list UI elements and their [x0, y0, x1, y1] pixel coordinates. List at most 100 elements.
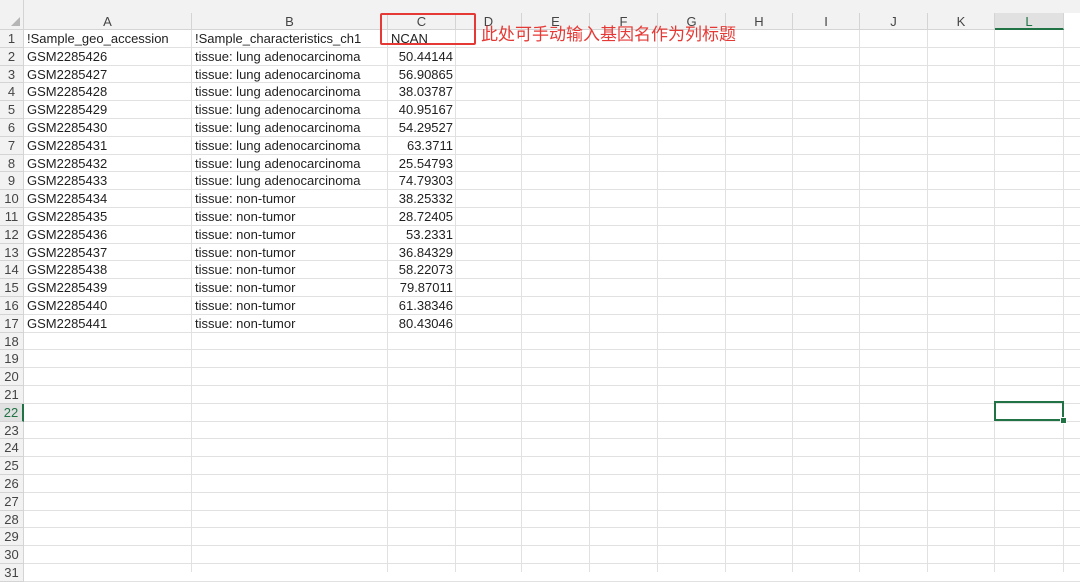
cell-characteristics[interactable]: tissue: non-tumor — [192, 297, 388, 315]
cell-accession[interactable]: GSM2285434 — [24, 190, 192, 208]
cell-ncan-value[interactable]: 38.03787 — [388, 83, 456, 101]
cell-ncan-value[interactable]: 36.84329 — [388, 244, 456, 262]
cell-characteristics[interactable]: tissue: lung adenocarcinoma — [192, 101, 388, 119]
row-header-15[interactable]: 15 — [0, 279, 24, 297]
gridline-horizontal — [24, 474, 1080, 475]
cell-accession[interactable]: GSM2285427 — [24, 66, 192, 84]
cell-accession[interactable]: GSM2285433 — [24, 172, 192, 190]
toolbar-strip — [24, 0, 1080, 13]
row-header-3[interactable]: 3 — [0, 65, 24, 84]
cell-accession[interactable]: GSM2285435 — [24, 208, 192, 226]
cell-characteristics[interactable]: tissue: non-tumor — [192, 279, 388, 297]
active-cell-cursor[interactable] — [994, 401, 1064, 421]
cell-characteristics[interactable]: tissue: lung adenocarcinoma — [192, 48, 388, 66]
row-header-29[interactable]: 29 — [0, 528, 24, 547]
fill-handle[interactable] — [1060, 417, 1067, 424]
row-header-10[interactable]: 10 — [0, 190, 24, 208]
cell-ncan-value[interactable]: 40.95167 — [388, 101, 456, 119]
column-header-h[interactable]: H — [726, 13, 793, 30]
row-header-28[interactable]: 28 — [0, 510, 24, 529]
row-header-7[interactable]: 7 — [0, 136, 24, 155]
row-header-25[interactable]: 25 — [0, 457, 24, 475]
cell-accession[interactable]: GSM2285431 — [24, 137, 192, 155]
cell-ncan-value[interactable]: 79.87011 — [388, 279, 456, 297]
row-header-17[interactable]: 17 — [0, 314, 24, 333]
cell-accession[interactable]: GSM2285429 — [24, 101, 192, 119]
cell-characteristics[interactable]: tissue: lung adenocarcinoma — [192, 137, 388, 155]
cell-characteristics[interactable]: tissue: non-tumor — [192, 315, 388, 333]
gridline-horizontal — [24, 456, 1080, 458]
cell-accession[interactable]: GSM2285437 — [24, 244, 192, 262]
cell-accession[interactable]: GSM2285426 — [24, 48, 192, 66]
gridline-vertical — [927, 30, 928, 572]
column-header-b[interactable]: B — [192, 13, 388, 30]
row-header-14[interactable]: 14 — [0, 261, 24, 280]
row-header-23[interactable]: 23 — [0, 421, 24, 440]
cell-ncan-value[interactable]: 53.2331 — [388, 226, 456, 244]
cell-characteristics[interactable]: tissue: lung adenocarcinoma — [192, 66, 388, 84]
cell-accession[interactable]: GSM2285440 — [24, 297, 192, 315]
row-header-16[interactable]: 16 — [0, 297, 24, 315]
cell-ncan-value[interactable]: 80.43046 — [388, 315, 456, 333]
cell-accession[interactable]: GSM2285438 — [24, 261, 192, 279]
cell-ncan-value[interactable]: 74.79303 — [388, 172, 456, 190]
row-header-21[interactable]: 21 — [0, 386, 24, 404]
column-header-k[interactable]: K — [928, 13, 995, 30]
column-header-l[interactable]: L — [995, 13, 1064, 30]
spreadsheet-grid[interactable]: ABCDEFGHIJKL 1 2 3 4 5 6 7 8 9 10 11 12 13 14 15 16 17 18… — [0, 0, 1080, 582]
gridline-vertical — [725, 30, 726, 572]
cell-characteristics[interactable]: tissue: non-tumor — [192, 261, 388, 279]
cell-ncan-value[interactable]: 61.38346 — [388, 297, 456, 315]
cell-ncan-value[interactable]: 56.90865 — [388, 66, 456, 84]
row-header-5[interactable]: 5 — [0, 101, 24, 119]
row-header-30[interactable]: 30 — [0, 546, 24, 564]
cell-accession[interactable]: GSM2285430 — [24, 119, 192, 137]
cell-characteristics[interactable]: tissue: lung adenocarcinoma — [192, 83, 388, 101]
gridline-vertical — [589, 30, 590, 572]
cell-characteristics[interactable]: tissue: lung adenocarcinoma — [192, 172, 388, 190]
row-header-19[interactable]: 19 — [0, 350, 24, 369]
column-header-j[interactable]: J — [860, 13, 928, 30]
cell-accession[interactable]: GSM2285439 — [24, 279, 192, 297]
cell-characteristics[interactable]: tissue: lung adenocarcinoma — [192, 155, 388, 173]
column-header-i[interactable]: I — [793, 13, 860, 30]
row-header-11[interactable]: 11 — [0, 208, 24, 226]
row-header-8[interactable]: 8 — [0, 154, 24, 173]
cell-ncan-value[interactable]: 25.54793 — [388, 155, 456, 173]
cell-characteristics[interactable]: tissue: lung adenocarcinoma — [192, 119, 388, 137]
row-header-18[interactable]: 18 — [0, 332, 24, 351]
row-header-1[interactable]: 1 — [0, 30, 24, 48]
row-header-9[interactable]: 9 — [0, 172, 24, 191]
cell-ncan-value[interactable]: 63.3711 — [388, 137, 456, 155]
row-header-6[interactable]: 6 — [0, 119, 24, 137]
cell-characteristics[interactable]: tissue: non-tumor — [192, 226, 388, 244]
row-header-2[interactable]: 2 — [0, 47, 24, 66]
row-header-4[interactable]: 4 — [0, 83, 24, 102]
cell-ncan-value[interactable]: 28.72405 — [388, 208, 456, 226]
cell-accession[interactable]: GSM2285436 — [24, 226, 192, 244]
row-header-13[interactable]: 13 — [0, 243, 24, 262]
cell-ncan-value[interactable]: 50.44144 — [388, 48, 456, 66]
cell-accession[interactable]: GSM2285441 — [24, 315, 192, 333]
cell-a1[interactable]: !Sample_geo_accession — [24, 30, 192, 48]
row-header-20[interactable]: 20 — [0, 368, 24, 386]
cell-ncan-value[interactable]: 58.22073 — [388, 261, 456, 279]
select-all-corner[interactable] — [0, 0, 24, 30]
row-header-26[interactable]: 26 — [0, 475, 24, 493]
column-header-a[interactable]: A — [24, 13, 192, 30]
row-header-22[interactable]: 22 — [0, 403, 24, 422]
gridline-horizontal — [24, 438, 1080, 440]
row-header-12[interactable]: 12 — [0, 225, 24, 244]
gridline-horizontal — [24, 367, 1080, 369]
cell-characteristics[interactable]: tissue: non-tumor — [192, 190, 388, 208]
cell-accession[interactable]: GSM2285432 — [24, 155, 192, 173]
row-header-24[interactable]: 24 — [0, 439, 24, 458]
cell-characteristics[interactable]: tissue: non-tumor — [192, 208, 388, 226]
cell-accession[interactable]: GSM2285428 — [24, 83, 192, 101]
cell-ncan-value[interactable]: 38.25332 — [388, 190, 456, 208]
row-header-27[interactable]: 27 — [0, 492, 24, 511]
row-header-31[interactable]: 31 — [0, 564, 24, 582]
cell-characteristics[interactable]: tissue: non-tumor — [192, 244, 388, 262]
cell-ncan-value[interactable]: 54.29527 — [388, 119, 456, 137]
cell-b1[interactable]: !Sample_characteristics_ch1 — [192, 30, 388, 48]
